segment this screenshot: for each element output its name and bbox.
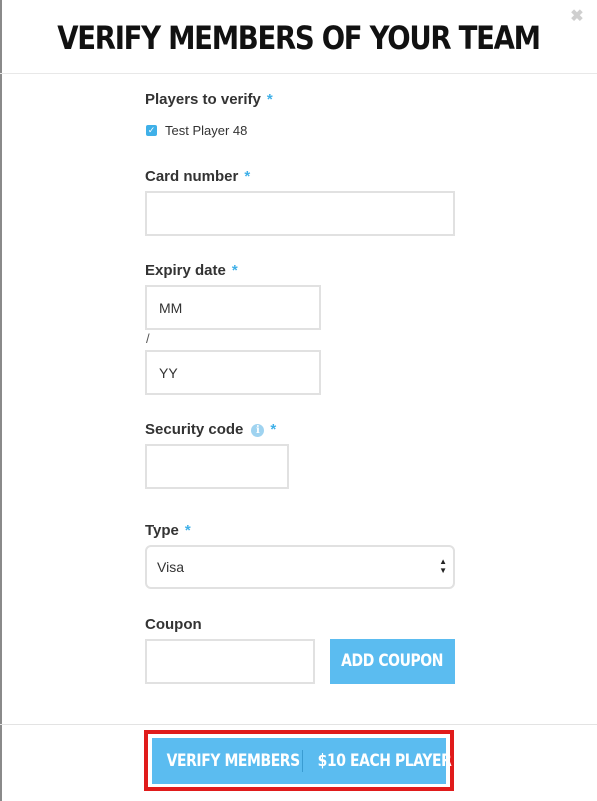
verify-label: VERIFY MEMBERS (166, 751, 301, 771)
coupon-input[interactable] (145, 639, 315, 684)
expiry-label-text: Expiry date (145, 262, 226, 279)
card-number-input[interactable] (145, 191, 455, 236)
window-edge (0, 0, 2, 801)
header-divider (0, 73, 597, 74)
expiry-separator: / (146, 331, 150, 346)
expiry-label: Expiry date * (145, 261, 238, 281)
expiry-month-input[interactable] (145, 285, 321, 330)
type-label-text: Type (145, 522, 179, 539)
close-icon[interactable]: ✖ (569, 8, 585, 26)
add-coupon-label: ADD COUPON (341, 651, 444, 671)
required-star: * (270, 421, 277, 438)
players-label: Players to verify * (145, 90, 273, 110)
expiry-year-input[interactable] (145, 350, 321, 395)
card-type-select[interactable]: Visa ▲ ▼ (145, 545, 455, 589)
verify-label-wrap: VERIFY MEMBERS (152, 738, 302, 784)
required-star: * (231, 262, 238, 279)
verify-members-button[interactable]: VERIFY MEMBERS $10 EACH PLAYER (152, 738, 452, 784)
add-coupon-button[interactable]: ADD COUPON (330, 639, 455, 684)
card-number-label: Card number * (145, 167, 250, 187)
info-icon[interactable]: i (251, 424, 265, 437)
select-arrows-icon: ▲ ▼ (439, 557, 447, 575)
card-number-label-text: Card number (145, 168, 239, 185)
security-code-label-text: Security code (145, 421, 244, 438)
price-label: $10 EACH PLAYER (317, 751, 452, 771)
player-name: Test Player 48 (165, 123, 248, 138)
required-star: * (266, 91, 273, 108)
required-star: * (184, 522, 191, 539)
security-code-input[interactable] (145, 444, 289, 489)
required-star: * (244, 168, 251, 185)
player-checkbox[interactable]: ✓ (146, 125, 157, 136)
type-label: Type * (145, 521, 191, 541)
modal-title: VERIFY MEMBERS OF YOUR TEAM (57, 19, 541, 57)
security-code-label: Security code i * (145, 420, 276, 440)
coupon-label: Coupon (145, 616, 202, 633)
price-label-wrap: $10 EACH PLAYER (303, 738, 452, 784)
footer-divider (0, 724, 597, 725)
card-type-value: Visa (157, 559, 184, 575)
players-label-text: Players to verify (145, 91, 261, 108)
